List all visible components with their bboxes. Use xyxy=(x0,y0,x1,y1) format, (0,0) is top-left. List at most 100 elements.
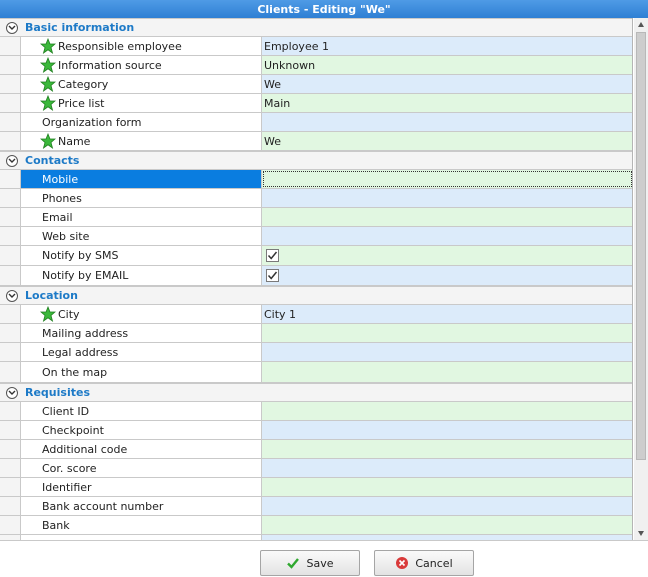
green-star-icon xyxy=(40,133,56,149)
section-label: Contacts xyxy=(25,154,80,167)
property-name: Information source xyxy=(21,56,262,74)
property-name: Email xyxy=(21,208,262,226)
row-email[interactable]: Email xyxy=(0,208,632,227)
save-button[interactable]: Save xyxy=(260,550,360,576)
property-value[interactable] xyxy=(262,113,632,131)
property-name: Mailing address xyxy=(21,324,262,342)
property-value[interactable]: Employee 1 xyxy=(262,37,632,55)
property-value[interactable]: Main xyxy=(262,94,632,112)
property-value[interactable] xyxy=(262,189,632,207)
notify-sms-checkbox[interactable] xyxy=(266,249,279,262)
green-star-icon xyxy=(40,76,56,92)
property-name: Name xyxy=(21,132,262,150)
property-name: Legal address xyxy=(21,343,262,361)
row-category[interactable]: Category We xyxy=(0,75,632,94)
row-city[interactable]: City City 1 xyxy=(0,305,632,324)
row-cor-score[interactable]: Cor. score xyxy=(0,459,632,478)
property-name: Cor. score xyxy=(21,459,262,477)
property-value xyxy=(262,246,632,265)
cancel-label: Cancel xyxy=(415,556,453,570)
property-name: Additional code xyxy=(21,440,262,458)
row-notify-by-sms[interactable]: Notify by SMS xyxy=(0,246,632,266)
cancel-circle-icon xyxy=(396,557,409,569)
property-value[interactable] xyxy=(262,402,632,420)
property-value[interactable] xyxy=(262,440,632,458)
row-information-source[interactable]: Information source Unknown xyxy=(0,56,632,75)
check-icon xyxy=(287,558,300,569)
collapse-circle-icon[interactable] xyxy=(6,289,18,302)
property-value xyxy=(262,266,632,285)
section-requisites[interactable]: Requisites xyxy=(0,383,632,402)
property-value[interactable] xyxy=(262,478,632,496)
row-notify-by-email[interactable]: Notify by EMAIL xyxy=(0,266,632,286)
property-name: Client ID xyxy=(21,402,262,420)
collapse-circle-icon[interactable] xyxy=(6,21,18,34)
property-value[interactable] xyxy=(262,324,632,342)
green-star-icon xyxy=(40,95,56,111)
row-checkpoint[interactable]: Checkpoint xyxy=(0,421,632,440)
row-web-site[interactable]: Web site xyxy=(0,227,632,246)
notify-email-checkbox[interactable] xyxy=(266,269,279,282)
row-responsible-employee[interactable]: Responsible employee Employee 1 xyxy=(0,37,632,56)
property-value[interactable] xyxy=(262,343,632,361)
row-price-list[interactable]: Price list Main xyxy=(0,94,632,113)
property-value[interactable] xyxy=(262,362,632,382)
save-label: Save xyxy=(306,556,334,570)
row-identifier[interactable]: Identifier xyxy=(0,478,632,497)
property-name: Notify by SMS xyxy=(21,246,262,265)
row-on-the-map[interactable]: On the map xyxy=(0,362,632,383)
property-name: Responsible employee xyxy=(21,37,262,55)
property-name: Mobile xyxy=(21,170,262,188)
scroll-down-icon[interactable] xyxy=(637,529,645,537)
cancel-button[interactable]: Cancel xyxy=(374,550,474,576)
property-value[interactable] xyxy=(262,497,632,515)
row-mobile[interactable]: Mobile xyxy=(0,170,632,189)
row-legal-address[interactable]: Legal address xyxy=(0,343,632,362)
collapse-circle-icon[interactable] xyxy=(6,386,18,399)
property-value[interactable] xyxy=(262,459,632,477)
property-name: On the map xyxy=(21,362,262,382)
scrollbar-thumb[interactable] xyxy=(636,32,646,460)
property-value[interactable]: Unknown xyxy=(262,56,632,74)
property-value[interactable] xyxy=(262,516,632,534)
property-value[interactable]: We xyxy=(262,75,632,93)
row-additional-code[interactable]: Additional code xyxy=(0,440,632,459)
row-name[interactable]: Name We xyxy=(0,132,632,151)
property-name: Identifier xyxy=(21,478,262,496)
property-value[interactable] xyxy=(262,208,632,226)
scroll-up-icon[interactable] xyxy=(637,21,645,29)
row-mailing-address[interactable]: Mailing address xyxy=(0,324,632,343)
property-value[interactable] xyxy=(262,170,632,188)
property-value[interactable] xyxy=(262,227,632,245)
row-organization-form[interactable]: Organization form xyxy=(0,113,632,132)
property-name: Category xyxy=(21,75,262,93)
property-name: Web site xyxy=(21,227,262,245)
green-star-icon xyxy=(40,38,56,54)
property-name: Price list xyxy=(21,94,262,112)
row-phones[interactable]: Phones xyxy=(0,189,632,208)
row-bank[interactable]: Bank xyxy=(0,516,632,535)
section-label: Location xyxy=(25,289,78,302)
row-bank-account-number[interactable]: Bank account number xyxy=(0,497,632,516)
property-value[interactable]: We xyxy=(262,132,632,150)
property-grid: Basic information Responsible employee E… xyxy=(0,18,633,540)
section-label: Requisites xyxy=(25,386,90,399)
section-contacts[interactable]: Contacts xyxy=(0,151,632,170)
property-name: Checkpoint xyxy=(21,421,262,439)
section-label: Basic information xyxy=(25,21,135,34)
row-client-id[interactable]: Client ID xyxy=(0,402,632,421)
section-location[interactable]: Location xyxy=(0,286,632,305)
green-star-icon xyxy=(40,57,56,73)
green-star-icon xyxy=(40,306,56,322)
collapse-circle-icon[interactable] xyxy=(6,154,18,167)
dialog-footer: Save Cancel xyxy=(0,540,648,577)
vertical-scrollbar[interactable] xyxy=(634,18,648,540)
property-value[interactable] xyxy=(262,421,632,439)
property-name: Bank xyxy=(21,516,262,534)
window-title: Clients - Editing "We" xyxy=(0,0,648,18)
property-name: Notify by EMAIL xyxy=(21,266,262,285)
property-name: City xyxy=(21,305,262,323)
section-basic-information[interactable]: Basic information xyxy=(0,18,632,37)
property-name: Bank account number xyxy=(21,497,262,515)
property-value[interactable]: City 1 xyxy=(262,305,632,323)
